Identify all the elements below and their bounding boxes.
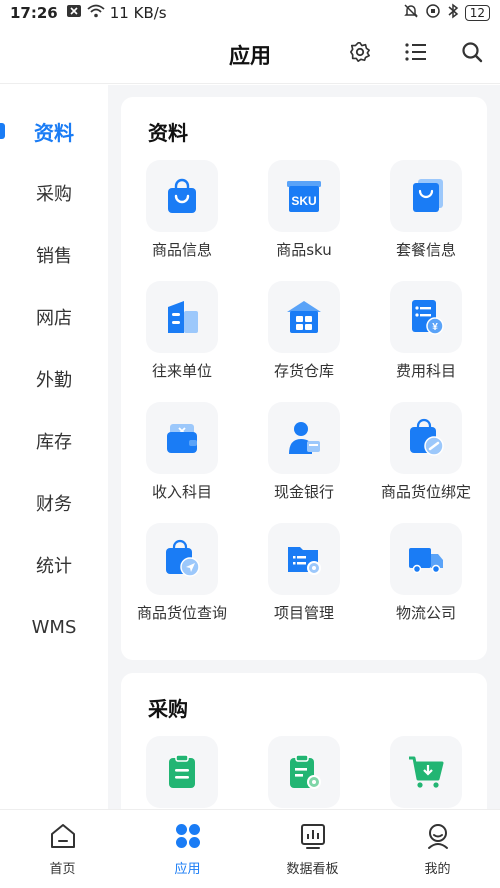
sidebar-item-label: 外勤 xyxy=(36,370,72,391)
expense-doc-icon: ¥ xyxy=(390,281,462,353)
app-item-product-location-bind[interactable]: 商品货位绑定 xyxy=(365,402,487,523)
section-card-caigou: 采购 xyxy=(121,673,487,809)
app-item-product-sku[interactable]: SKU 商品sku xyxy=(243,160,365,281)
tab-apps[interactable]: 应用 xyxy=(125,810,250,888)
sku-box-icon: SKU xyxy=(268,160,340,232)
app-item-product-info[interactable]: 商品信息 xyxy=(121,160,243,281)
app-item-purchase-setting[interactable] xyxy=(243,736,365,809)
battery-level: 12 xyxy=(464,5,490,21)
bag-link-icon xyxy=(390,402,462,474)
bottom-tab-bar: 首页 应用 数据看板 我的 xyxy=(0,809,500,888)
search-icon[interactable] xyxy=(460,40,484,64)
section-title: 资料 xyxy=(148,121,188,145)
bluetooth-icon xyxy=(447,3,459,23)
warehouse-icon xyxy=(268,281,340,353)
sidebar-item-caigou[interactable]: 采购 xyxy=(0,162,108,224)
app-item-label: 费用科目 xyxy=(395,362,456,380)
app-item-label: 商品信息 xyxy=(151,241,212,259)
sidebar-item-kucun[interactable]: 库存 xyxy=(0,410,108,472)
app-item-purchase-cart[interactable] xyxy=(365,736,487,809)
app-item-warehouse[interactable]: 存货仓库 xyxy=(243,281,365,402)
sidebar-item-ziliao[interactable]: 资料 xyxy=(0,100,108,162)
sidebar-item-wms[interactable]: WMS xyxy=(0,596,108,658)
svg-text:SKU: SKU xyxy=(291,194,316,208)
alarm-icon xyxy=(425,3,441,23)
sidebar-item-label: 网店 xyxy=(36,308,72,329)
app-item-label: 收入科目 xyxy=(151,483,212,501)
app-item-label: 物流公司 xyxy=(395,604,456,622)
app-item-bundle-info[interactable]: 套餐信息 xyxy=(365,160,487,281)
section-card-ziliao: 资料 商品信息 SKU 商品sku 套餐信息 往来单位 存货仓库 ¥ 费用科目 … xyxy=(121,97,487,660)
home-icon xyxy=(49,822,77,854)
sidebar-item-label: 库存 xyxy=(36,432,72,453)
list-menu-icon[interactable] xyxy=(404,40,428,64)
status-bar: 17:26 11 KB/s 12 xyxy=(0,0,500,26)
folder-gear-icon xyxy=(268,523,340,595)
bundle-icon xyxy=(390,160,462,232)
profile-icon xyxy=(424,822,452,854)
mute-bell-icon xyxy=(403,3,419,23)
app-item-expense[interactable]: ¥ 费用科目 xyxy=(365,281,487,402)
sidebar-item-wangdian[interactable]: 网店 xyxy=(0,286,108,348)
tab-label: 我的 xyxy=(424,862,451,877)
app-item-logistics[interactable]: 物流公司 xyxy=(365,523,487,644)
cashier-icon xyxy=(268,402,340,474)
shopping-bag-icon xyxy=(146,160,218,232)
app-item-product-location-query[interactable]: 商品货位查询 xyxy=(121,523,243,644)
sidebar-item-label: 采购 xyxy=(36,184,72,205)
tab-label: 应用 xyxy=(174,862,201,877)
app-item-label: 商品货位绑定 xyxy=(380,483,471,501)
app-grid-panel: 资料 商品信息 SKU 商品sku 套餐信息 往来单位 存货仓库 ¥ 费用科目 … xyxy=(108,85,500,809)
sidebar-item-tongji[interactable]: 统计 xyxy=(0,534,108,596)
cart-download-icon xyxy=(390,736,462,808)
sidebar-item-label: 销售 xyxy=(36,246,72,267)
bag-search-icon xyxy=(146,523,218,595)
app-item-label: 项目管理 xyxy=(273,604,334,622)
app-item-label: 商品货位查询 xyxy=(136,604,227,622)
network-speed: 11 KB/s xyxy=(109,4,167,22)
app-item-project-management[interactable]: 项目管理 xyxy=(243,523,365,644)
apps-icon xyxy=(174,822,202,854)
sidebar-item-waiqin[interactable]: 外勤 xyxy=(0,348,108,410)
wallet-icon xyxy=(146,402,218,474)
sidebar-item-label: 统计 xyxy=(36,556,72,577)
app-item-cash-bank[interactable]: 现金银行 xyxy=(243,402,365,523)
sidebar-item-label: 资料 xyxy=(34,120,74,145)
sidebar-item-xiaoshou[interactable]: 销售 xyxy=(0,224,108,286)
app-item-label: 存货仓库 xyxy=(273,362,334,380)
app-item-partners[interactable]: 往来单位 xyxy=(121,281,243,402)
app-item-label: 商品sku xyxy=(276,241,332,259)
tab-dashboard[interactable]: 数据看板 xyxy=(250,810,375,888)
clipboard-gear-icon xyxy=(268,736,340,808)
building-icon xyxy=(146,281,218,353)
status-time: 17:26 xyxy=(10,4,58,22)
notification-icon xyxy=(66,4,82,22)
settings-gear-icon[interactable] xyxy=(348,40,372,64)
section-title: 采购 xyxy=(148,697,188,721)
sidebar-item-label: 财务 xyxy=(36,494,72,515)
app-item-income[interactable]: 收入科目 xyxy=(121,402,243,523)
app-item-label: 往来单位 xyxy=(151,362,212,380)
sidebar-item-caiwu[interactable]: 财务 xyxy=(0,472,108,534)
clipboard-icon xyxy=(146,736,218,808)
category-sidebar: 资料 采购 销售 网店 外勤 库存 财务 统计 WMS xyxy=(0,85,108,809)
app-item-label: 现金银行 xyxy=(273,483,334,501)
tab-label: 数据看板 xyxy=(286,862,339,877)
dashboard-icon xyxy=(299,822,327,854)
tab-profile[interactable]: 我的 xyxy=(375,810,500,888)
tab-label: 首页 xyxy=(49,862,76,877)
app-header: 应用 xyxy=(0,26,500,84)
app-item-label: 套餐信息 xyxy=(395,241,456,259)
truck-icon xyxy=(390,523,462,595)
wifi-icon xyxy=(87,4,105,22)
tab-home[interactable]: 首页 xyxy=(0,810,125,888)
app-item-purchase-order[interactable] xyxy=(121,736,243,809)
sidebar-item-label: WMS xyxy=(31,616,77,638)
page-title: 应用 xyxy=(229,43,271,68)
svg-text:¥: ¥ xyxy=(432,322,438,333)
